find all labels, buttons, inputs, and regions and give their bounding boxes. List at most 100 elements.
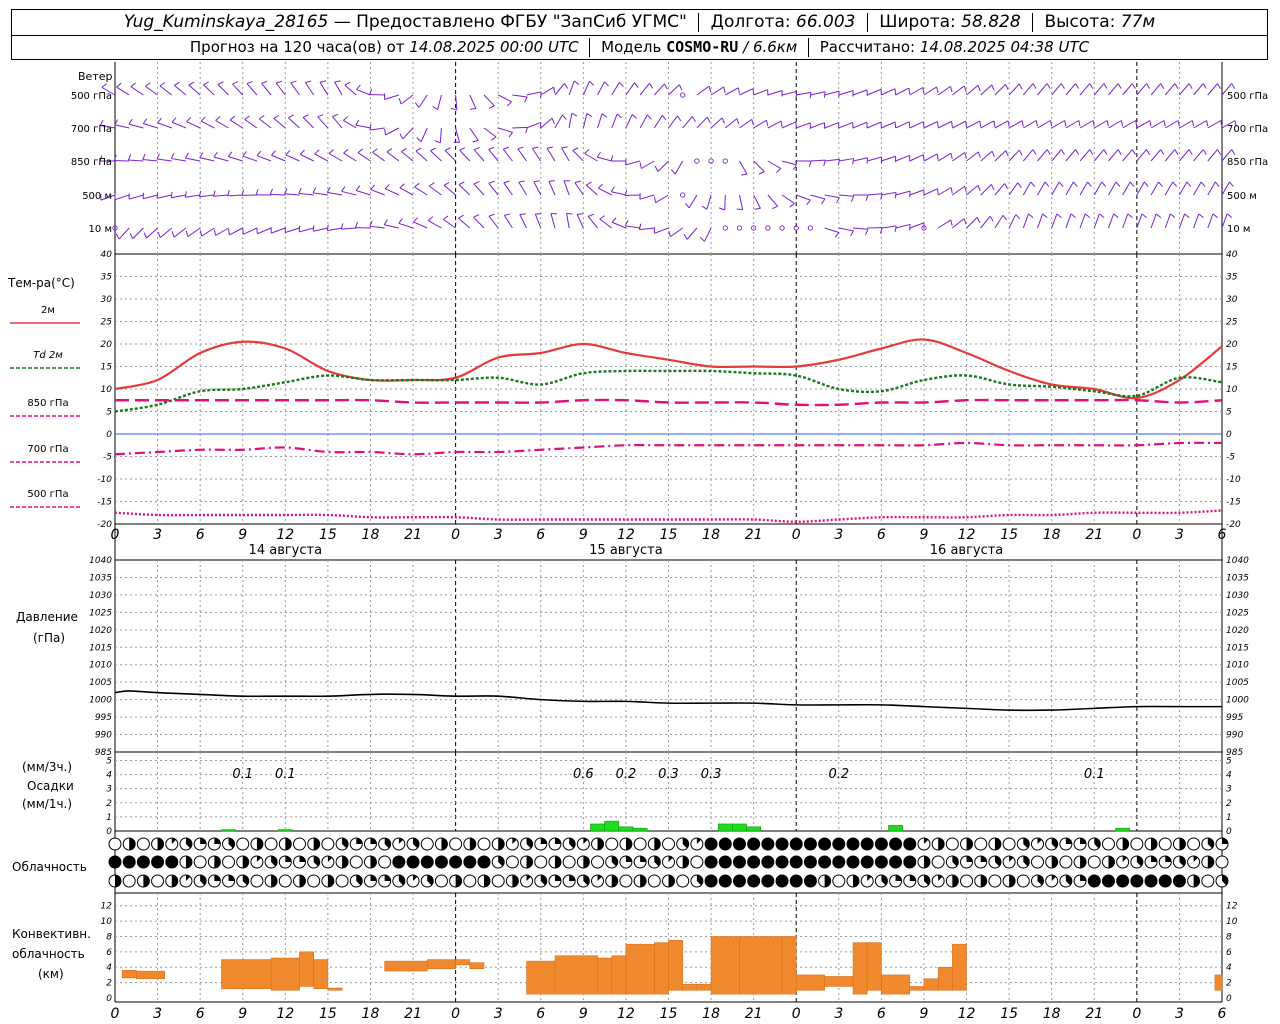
wind-barb-flag	[1143, 181, 1149, 187]
cloud-symbol	[974, 874, 988, 888]
wind-barb	[414, 182, 428, 196]
cloud-symbol	[761, 855, 775, 869]
cloud-fill	[554, 856, 561, 868]
cloud-circle	[931, 855, 945, 869]
wind-barb	[597, 113, 608, 129]
wind-barb	[1022, 149, 1037, 162]
wind-barb-staff	[574, 182, 584, 196]
wind-barb	[852, 89, 868, 96]
cloud-circle	[1215, 855, 1229, 869]
wind-barb	[1008, 214, 1021, 229]
wind-barb	[909, 154, 925, 162]
wind-barb	[597, 81, 609, 96]
wind-barb-flag	[319, 80, 326, 83]
wind-barb	[128, 118, 144, 129]
wind-barb-flag	[504, 213, 511, 216]
conv-tick-label: 0	[1226, 994, 1232, 1004]
wind-barb-flag	[1064, 120, 1067, 127]
wind-barb-flag	[1030, 181, 1036, 187]
wind-barb-staff	[923, 188, 938, 196]
cloud-symbol	[903, 837, 917, 851]
precip-tick-label: 4	[106, 771, 112, 781]
wind-barb-flag	[806, 199, 811, 206]
cloud-symbol	[633, 855, 647, 869]
wind-barb-staff	[1079, 181, 1089, 196]
wind-barb-flag	[298, 187, 302, 194]
wind-barb-flag	[170, 153, 175, 159]
cloud-circle	[193, 855, 207, 869]
cloud-symbol	[420, 855, 434, 869]
precip-unit-1h: (мм/1ч.)	[22, 797, 72, 811]
cloud-symbol	[789, 837, 803, 851]
cloud-fill	[256, 838, 263, 850]
cloud-fill	[980, 875, 987, 887]
wind-barb	[1079, 120, 1095, 129]
wind-barb-flag	[789, 203, 795, 208]
wind-barb-staff	[597, 81, 605, 96]
cloud-symbol	[108, 874, 122, 888]
wind-barb-staff	[582, 81, 590, 96]
wind-barb-staff	[357, 152, 371, 162]
wind-barb	[1179, 120, 1195, 129]
cloud-symbol	[633, 837, 647, 851]
wind-barb	[213, 151, 229, 162]
hour-tick-label: 0	[792, 527, 801, 543]
wind-barb-flag	[1184, 213, 1190, 219]
wind-barb	[203, 81, 215, 96]
wind-barb	[576, 213, 584, 229]
wind-barb	[1065, 149, 1080, 162]
meteogram: 500 гПа 500 гПа700 гПа 700 гПа850 гПа 850 г…	[7, 62, 1268, 1022]
cloud-circle	[846, 855, 860, 869]
wind-barb-flag	[894, 225, 897, 233]
wind-barb-flag	[571, 112, 578, 117]
cloud-symbol	[463, 874, 477, 888]
wind-barb-staff	[1207, 83, 1218, 96]
wind-barb-staff	[1122, 83, 1133, 96]
wind-barb-flag	[344, 81, 351, 86]
wind-barb	[554, 83, 569, 96]
convective-cloud-bar	[952, 943, 967, 991]
convective-cloud-plot	[121, 936, 1223, 995]
wind-barb-staff	[980, 150, 993, 162]
wind-barb	[270, 227, 286, 234]
cloud-symbol	[591, 855, 605, 869]
wind-barb-flag	[1155, 213, 1162, 219]
cloud-circle	[449, 855, 463, 869]
cloud-symbol	[207, 837, 221, 851]
cloud-symbol	[449, 855, 463, 869]
wind-barb	[459, 147, 471, 162]
cloud-fill	[157, 838, 164, 850]
cloud-circle	[307, 874, 321, 888]
wind-barb-staff	[1037, 83, 1048, 96]
cloud-symbol	[548, 837, 562, 851]
wind-barb-staff	[937, 120, 952, 129]
wind-barb-flag	[977, 185, 981, 192]
wind-barb-flag	[443, 181, 450, 186]
wind-barb-flag	[936, 153, 939, 160]
wind-barb	[1178, 181, 1192, 196]
wind-barb	[518, 180, 528, 196]
wind-barb-flag	[574, 180, 581, 184]
wind-barb-flag	[1141, 213, 1147, 219]
wind-barb-staff	[146, 227, 158, 239]
wind-barb-flag	[1160, 83, 1165, 89]
wind-barb	[156, 192, 172, 199]
wind-barb-staff	[909, 189, 925, 196]
wind-barb	[952, 185, 967, 196]
precip-unit-3h: (мм/3ч.)	[22, 760, 72, 774]
wind-barb-flag	[548, 180, 555, 182]
wind-barb-staff	[420, 127, 428, 142]
cloud-symbol	[1073, 874, 1087, 888]
wind-barb-staff	[576, 214, 584, 229]
wind-barb-flag	[157, 117, 162, 124]
cloud-symbol	[392, 837, 406, 851]
wind-barb-flag	[217, 81, 224, 85]
cloud-symbol	[1158, 837, 1172, 851]
wind-barb	[653, 227, 669, 234]
wind-barb-flag	[334, 80, 341, 83]
cloud-fill	[1207, 856, 1214, 868]
hour-tick-label: 6	[1218, 1006, 1227, 1022]
wind-barb	[1037, 83, 1051, 96]
pressure-tick-label: 1000	[89, 696, 112, 706]
wind-barb-staff	[1136, 120, 1151, 129]
